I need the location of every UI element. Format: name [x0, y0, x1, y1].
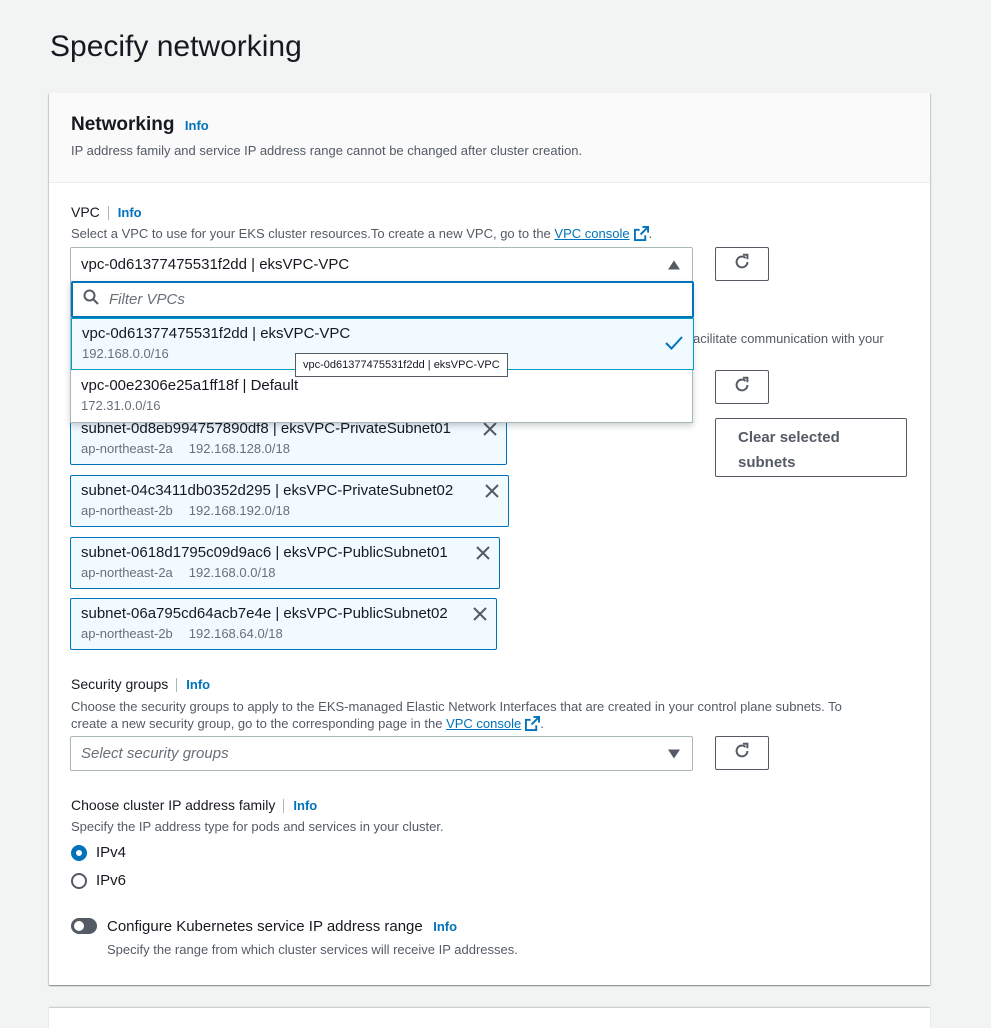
subnet-token-az: ap-northeast-2b	[81, 503, 173, 518]
ip-family-description: Specify the IP address type for pods and…	[71, 819, 444, 834]
subnet-token-cidr: 192.168.0.0/18	[188, 565, 276, 580]
vpc-filter	[71, 281, 694, 318]
close-icon[interactable]	[475, 545, 491, 566]
service-range-info-link[interactable]: Info	[433, 919, 457, 934]
checkmark-icon	[665, 336, 683, 355]
page-title: Specify networking	[50, 30, 302, 63]
vpc-option[interactable]: vpc-00e2306e25a1ff18f | Default 172.31.0…	[71, 370, 694, 422]
panel-header	[49, 93, 930, 183]
subnets-refresh-button[interactable]	[715, 370, 769, 404]
subnet-token-cidr: 192.168.64.0/18	[188, 626, 283, 641]
ip-family-label-row: Choose cluster IP address family Info	[71, 797, 317, 815]
subnet-token-cidr: 192.168.192.0/18	[188, 503, 290, 518]
ip-family-label: Choose cluster IP address family	[71, 797, 276, 813]
subnet-token-name: subnet-04c3411db0352d295 | eksVPC-Privat…	[81, 482, 454, 499]
service-range-label-row: Configure Kubernetes service IP address …	[107, 918, 457, 936]
security-groups-select[interactable]: Select security groups	[70, 736, 693, 771]
security-groups-description-end: .	[540, 716, 544, 731]
next-panel	[49, 1008, 930, 1028]
refresh-icon	[733, 742, 751, 765]
subnet-token-az: ap-northeast-2b	[81, 626, 173, 641]
service-range-label: Configure Kubernetes service IP address …	[107, 918, 423, 935]
external-link-icon	[633, 226, 649, 244]
refresh-icon	[733, 253, 751, 276]
vpc-select[interactable]: vpc-0d61377475531f2dd | eksVPC-VPC	[70, 247, 693, 282]
security-groups-refresh-button[interactable]	[715, 736, 769, 770]
subnet-token-name: subnet-0618d1795c09d9ac6 | eksVPC-Public…	[81, 544, 448, 561]
clear-label-line1: Clear selected	[738, 429, 840, 446]
subnets-description: acilitate communication with your	[693, 331, 884, 346]
networking-description: IP address family and service IP address…	[71, 143, 583, 158]
vpc-selected-value: vpc-0d61377475531f2dd | eksVPC-VPC	[81, 256, 350, 273]
radio-ipv4[interactable]: IPv4	[71, 844, 126, 861]
security-groups-label-row: Security groups Info	[71, 676, 210, 694]
radio-selected-icon	[71, 844, 87, 861]
radio-ipv6-label: IPv6	[96, 872, 127, 889]
vpc-filter-input[interactable]	[107, 290, 667, 309]
vpc-option-name: vpc-0d61377475531f2dd | eksVPC-VPC	[82, 325, 351, 342]
subnet-token-name: subnet-06a795cd64acb7e4e | eksVPC-Public…	[81, 605, 448, 622]
service-range-toggle[interactable]	[71, 918, 97, 934]
close-icon[interactable]	[484, 483, 500, 504]
vpc-description-text: Select a VPC to use for your EKS cluster…	[71, 226, 555, 241]
radio-ipv6[interactable]: IPv6	[71, 872, 126, 889]
security-groups-info-link[interactable]: Info	[186, 677, 210, 692]
security-groups-description: Choose the security groups to apply to t…	[71, 698, 891, 735]
subnet-token-az: ap-northeast-2a	[81, 565, 173, 580]
clear-selected-subnets-button[interactable]: Clear selected subnets	[715, 418, 907, 477]
networking-info-link[interactable]: Info	[185, 118, 209, 133]
clear-label-line2: subnets	[738, 454, 796, 471]
external-link-icon	[525, 716, 541, 735]
vpc-option-cidr: 172.31.0.0/16	[81, 398, 161, 413]
close-icon[interactable]	[482, 421, 498, 442]
security-groups-description-line2: create a new security group, go to the c…	[71, 716, 447, 731]
vpc-description-end: .	[648, 226, 653, 241]
refresh-icon	[733, 376, 751, 399]
networking-title: Networking	[71, 114, 175, 135]
vpc-label-row: VPC Info	[71, 204, 142, 222]
vpc-label: VPC	[71, 204, 100, 220]
vpc-tooltip: vpc-0d61377475531f2dd | eksVPC-VPC	[295, 353, 508, 377]
vpc-description: Select a VPC to use for your EKS cluster…	[71, 226, 652, 244]
security-groups-description-line1: Choose the security groups to apply to t…	[71, 699, 842, 714]
radio-ipv4-label: IPv4	[96, 844, 127, 861]
vpc-console-link[interactable]: VPC console	[554, 226, 629, 241]
vpc-dropdown: vpc-0d61377475531f2dd | eksVPC-VPC 192.1…	[70, 281, 694, 423]
ip-family-info-link[interactable]: Info	[293, 798, 317, 813]
networking-heading: Networking Info	[71, 114, 209, 136]
security-groups-placeholder: Select security groups	[81, 745, 229, 762]
vpc-option-name: vpc-00e2306e25a1ff18f | Default	[81, 377, 299, 394]
vpc-info-link[interactable]: Info	[118, 205, 142, 220]
security-groups-console-link[interactable]: VPC console	[446, 716, 521, 731]
security-groups-label: Security groups	[71, 676, 169, 692]
subnet-token: subnet-04c3411db0352d295 | eksVPC-Privat…	[70, 475, 509, 527]
caret-down-icon	[668, 745, 680, 762]
vpc-refresh-button[interactable]	[715, 247, 769, 281]
close-icon[interactable]	[472, 606, 488, 627]
service-range-description: Specify the range from which cluster ser…	[107, 942, 518, 957]
caret-up-icon	[668, 256, 680, 273]
subnet-token: subnet-06a795cd64acb7e4e | eksVPC-Public…	[70, 598, 497, 650]
subnet-token: subnet-0618d1795c09d9ac6 | eksVPC-Public…	[70, 537, 500, 589]
search-icon	[83, 289, 99, 310]
subnet-token-cidr: 192.168.128.0/18	[188, 441, 290, 456]
subnet-token-az: ap-northeast-2a	[81, 441, 173, 456]
radio-unselected-icon	[71, 872, 87, 889]
